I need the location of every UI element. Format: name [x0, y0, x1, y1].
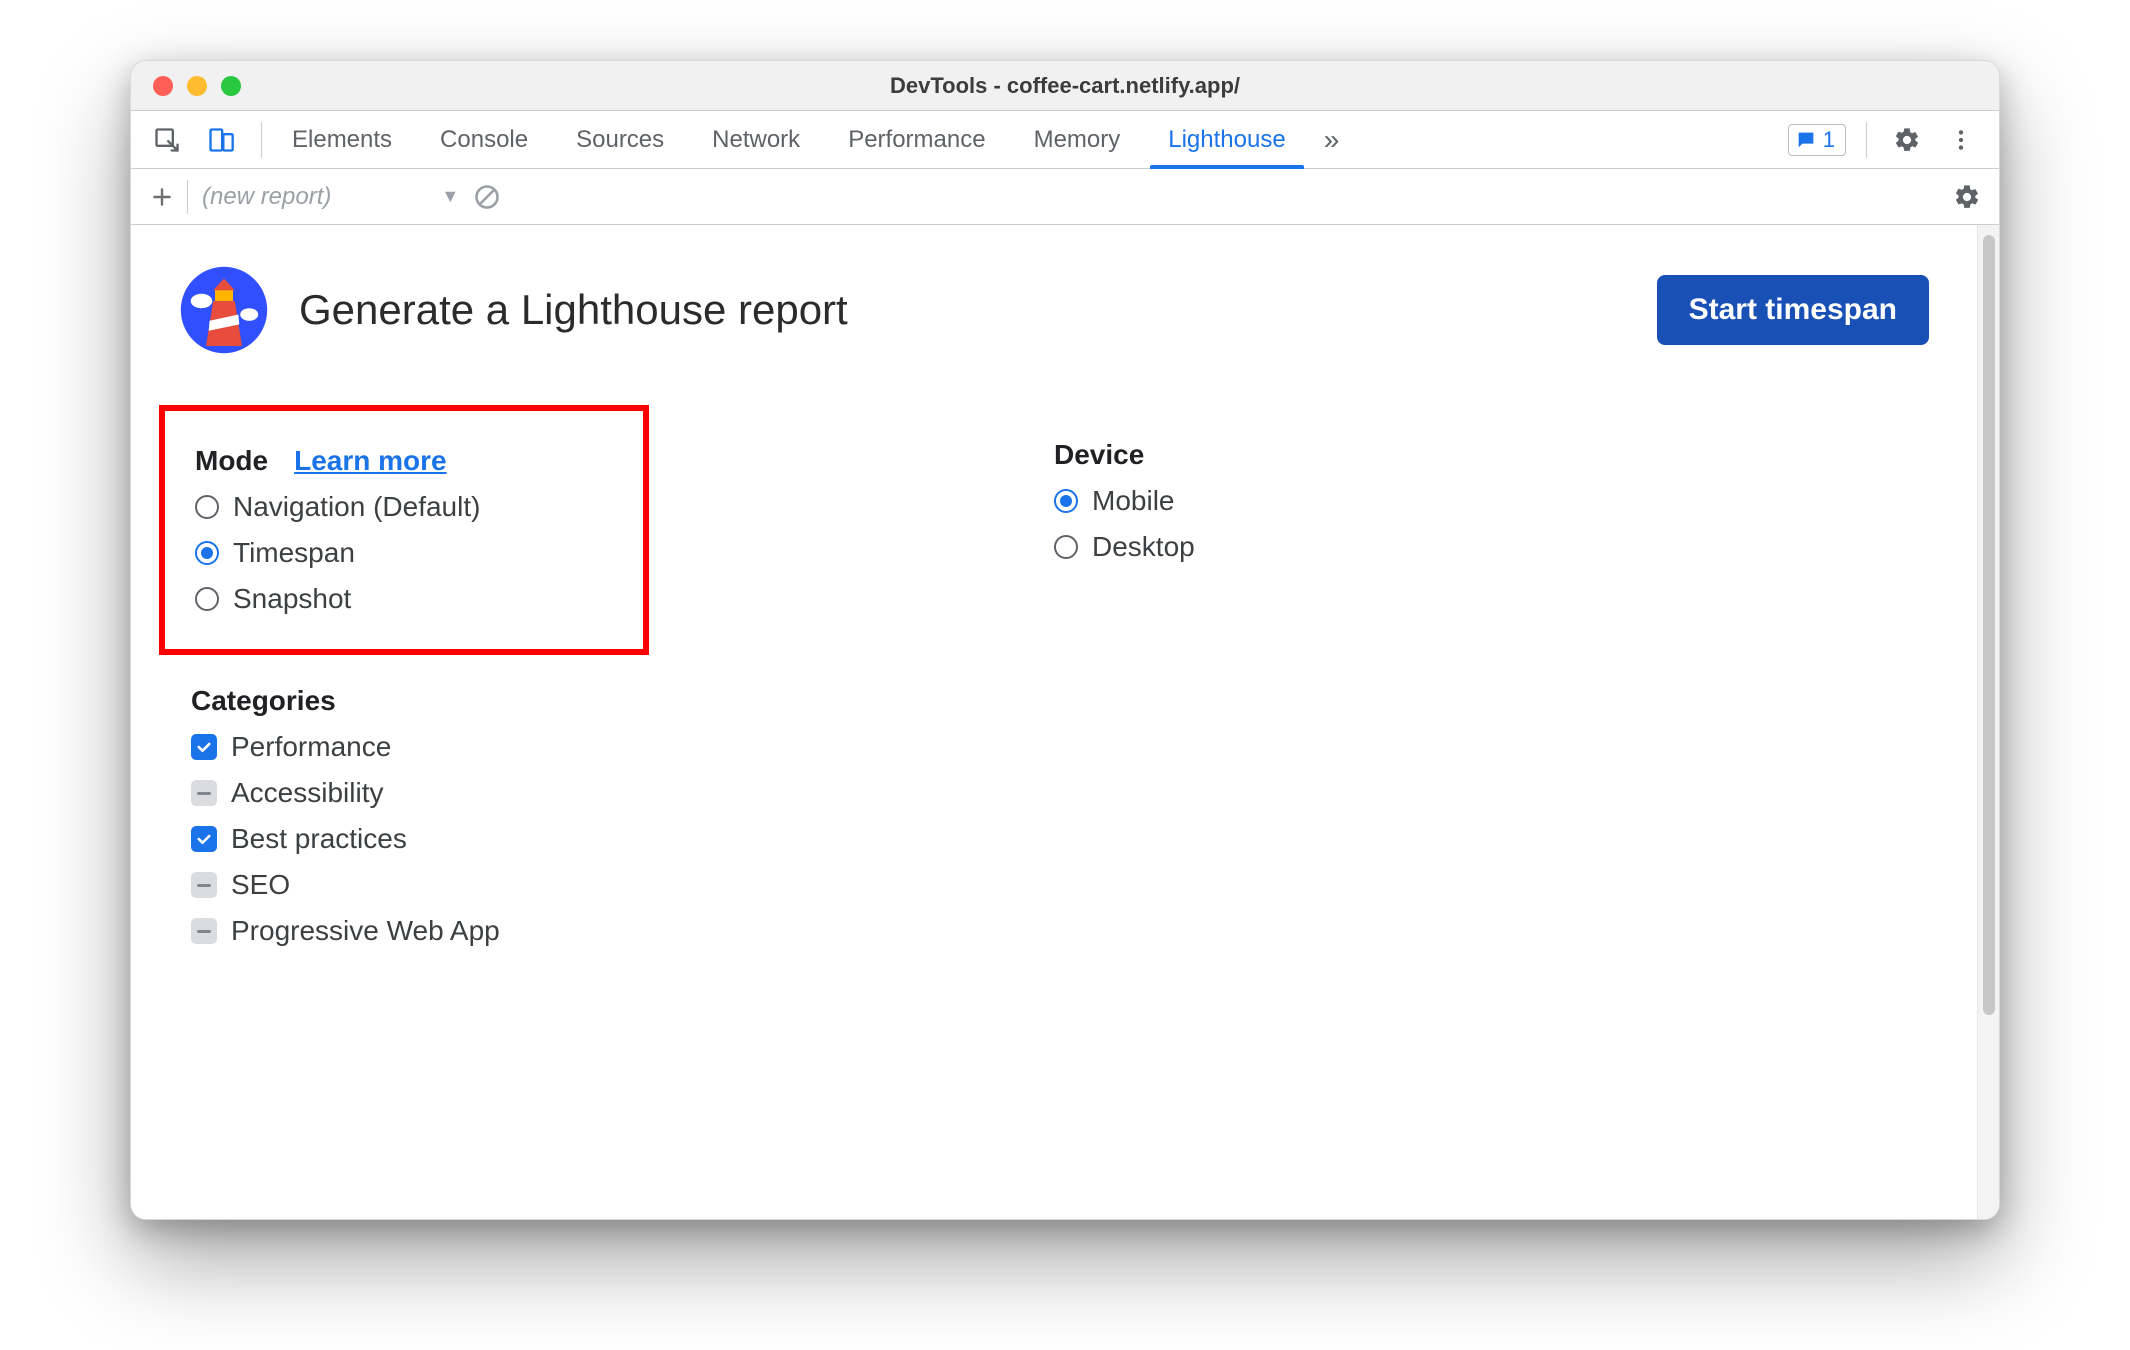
option-label: Navigation (Default) — [233, 491, 480, 523]
mode-options: Navigation (Default) Timespan Snapshot — [195, 491, 613, 615]
tab-elements[interactable]: Elements — [268, 111, 416, 168]
tab-network[interactable]: Network — [688, 111, 824, 168]
inspect-element-icon[interactable] — [147, 120, 187, 160]
more-menu-icon[interactable] — [1941, 120, 1981, 160]
option-label: Performance — [231, 731, 391, 763]
tab-lighthouse[interactable]: Lighthouse — [1144, 111, 1309, 168]
mode-section-highlight: Mode Learn more Navigation (Default) — [159, 405, 649, 655]
panel-tabs: Elements Console Sources Network Perform… — [268, 111, 1310, 168]
overflow-glyph: » — [1324, 124, 1340, 156]
tab-console[interactable]: Console — [416, 111, 552, 168]
option-label: Accessibility — [231, 777, 383, 809]
page-title: Generate a Lighthouse report — [299, 286, 848, 334]
radio-icon — [1054, 489, 1078, 513]
clear-icon[interactable] — [467, 177, 507, 217]
titlebar: DevTools - coffee-cart.netlify.app/ — [131, 61, 1999, 111]
mode-option-snapshot[interactable]: Snapshot — [195, 583, 613, 615]
badge-count: 1 — [1823, 127, 1835, 153]
issues-badge[interactable]: 1 — [1788, 124, 1846, 156]
radio-icon — [1054, 535, 1078, 559]
option-label: Timespan — [233, 537, 355, 569]
checkbox-icon — [191, 780, 217, 806]
option-label: Best practices — [231, 823, 407, 855]
scrollbar-thumb[interactable] — [1983, 235, 1995, 1015]
category-accessibility[interactable]: Accessibility — [191, 777, 1054, 809]
tab-label: Network — [712, 126, 800, 154]
option-label: SEO — [231, 869, 290, 901]
option-label: Mobile — [1092, 485, 1174, 517]
device-options: Mobile Desktop — [1054, 485, 1929, 563]
chevron-down-icon: ▼ — [441, 186, 459, 207]
close-window-icon[interactable] — [153, 76, 173, 96]
lighthouse-settings-icon[interactable] — [1947, 177, 1987, 217]
divider — [187, 180, 188, 214]
device-option-mobile[interactable]: Mobile — [1054, 485, 1929, 517]
tab-label: Sources — [576, 126, 664, 154]
lighthouse-toolbar: (new report) ▼ — [131, 169, 1999, 225]
option-label: Snapshot — [233, 583, 351, 615]
mode-option-timespan[interactable]: Timespan — [195, 537, 613, 569]
window-controls — [131, 76, 241, 96]
devtools-window: DevTools - coffee-cart.netlify.app/ — [130, 60, 2000, 1220]
categories-heading: Categories — [191, 685, 1054, 717]
devtools-tabbar: Elements Console Sources Network Perform… — [131, 111, 1999, 169]
mode-option-navigation[interactable]: Navigation (Default) — [195, 491, 613, 523]
start-timespan-button[interactable]: Start timespan — [1657, 275, 1929, 345]
new-report-button[interactable] — [143, 178, 181, 216]
tab-label: Console — [440, 126, 528, 154]
tab-memory[interactable]: Memory — [1010, 111, 1145, 168]
tab-label: Elements — [292, 126, 392, 154]
tabs-overflow-button[interactable]: » — [1310, 124, 1354, 156]
radio-icon — [195, 587, 219, 611]
option-label: Progressive Web App — [231, 915, 500, 947]
divider — [261, 122, 262, 158]
tab-label: Performance — [848, 126, 985, 154]
report-selector-label: (new report) — [202, 183, 331, 211]
category-performance[interactable]: Performance — [191, 731, 1054, 763]
vertical-scrollbar[interactable] — [1977, 225, 1999, 1219]
message-icon — [1795, 129, 1817, 151]
category-seo[interactable]: SEO — [191, 869, 1054, 901]
maximize-window-icon[interactable] — [221, 76, 241, 96]
learn-more-link[interactable]: Learn more — [294, 445, 447, 477]
option-label: Desktop — [1092, 531, 1195, 563]
report-selector[interactable]: (new report) ▼ — [194, 183, 467, 211]
divider — [1866, 122, 1867, 158]
category-best-practices[interactable]: Best practices — [191, 823, 1054, 855]
lighthouse-panel: Generate a Lighthouse report Start times… — [131, 225, 1977, 1219]
checkbox-icon — [191, 872, 217, 898]
tab-sources[interactable]: Sources — [552, 111, 688, 168]
checkbox-icon — [191, 918, 217, 944]
settings-icon[interactable] — [1887, 120, 1927, 160]
tab-label: Memory — [1034, 126, 1121, 154]
window-title: DevTools - coffee-cart.netlify.app/ — [131, 73, 1999, 99]
checkbox-icon — [191, 826, 217, 852]
mode-heading: Mode — [195, 445, 268, 477]
minimize-window-icon[interactable] — [187, 76, 207, 96]
tab-performance[interactable]: Performance — [824, 111, 1009, 168]
lighthouse-logo-icon — [179, 265, 269, 355]
device-heading: Device — [1054, 439, 1929, 471]
category-pwa[interactable]: Progressive Web App — [191, 915, 1054, 947]
device-option-desktop[interactable]: Desktop — [1054, 531, 1929, 563]
checkbox-icon — [191, 734, 217, 760]
radio-icon — [195, 495, 219, 519]
device-toolbar-icon[interactable] — [201, 120, 241, 160]
categories-options: Performance Accessibility — [191, 731, 1054, 947]
tab-label: Lighthouse — [1168, 126, 1285, 154]
radio-icon — [195, 541, 219, 565]
